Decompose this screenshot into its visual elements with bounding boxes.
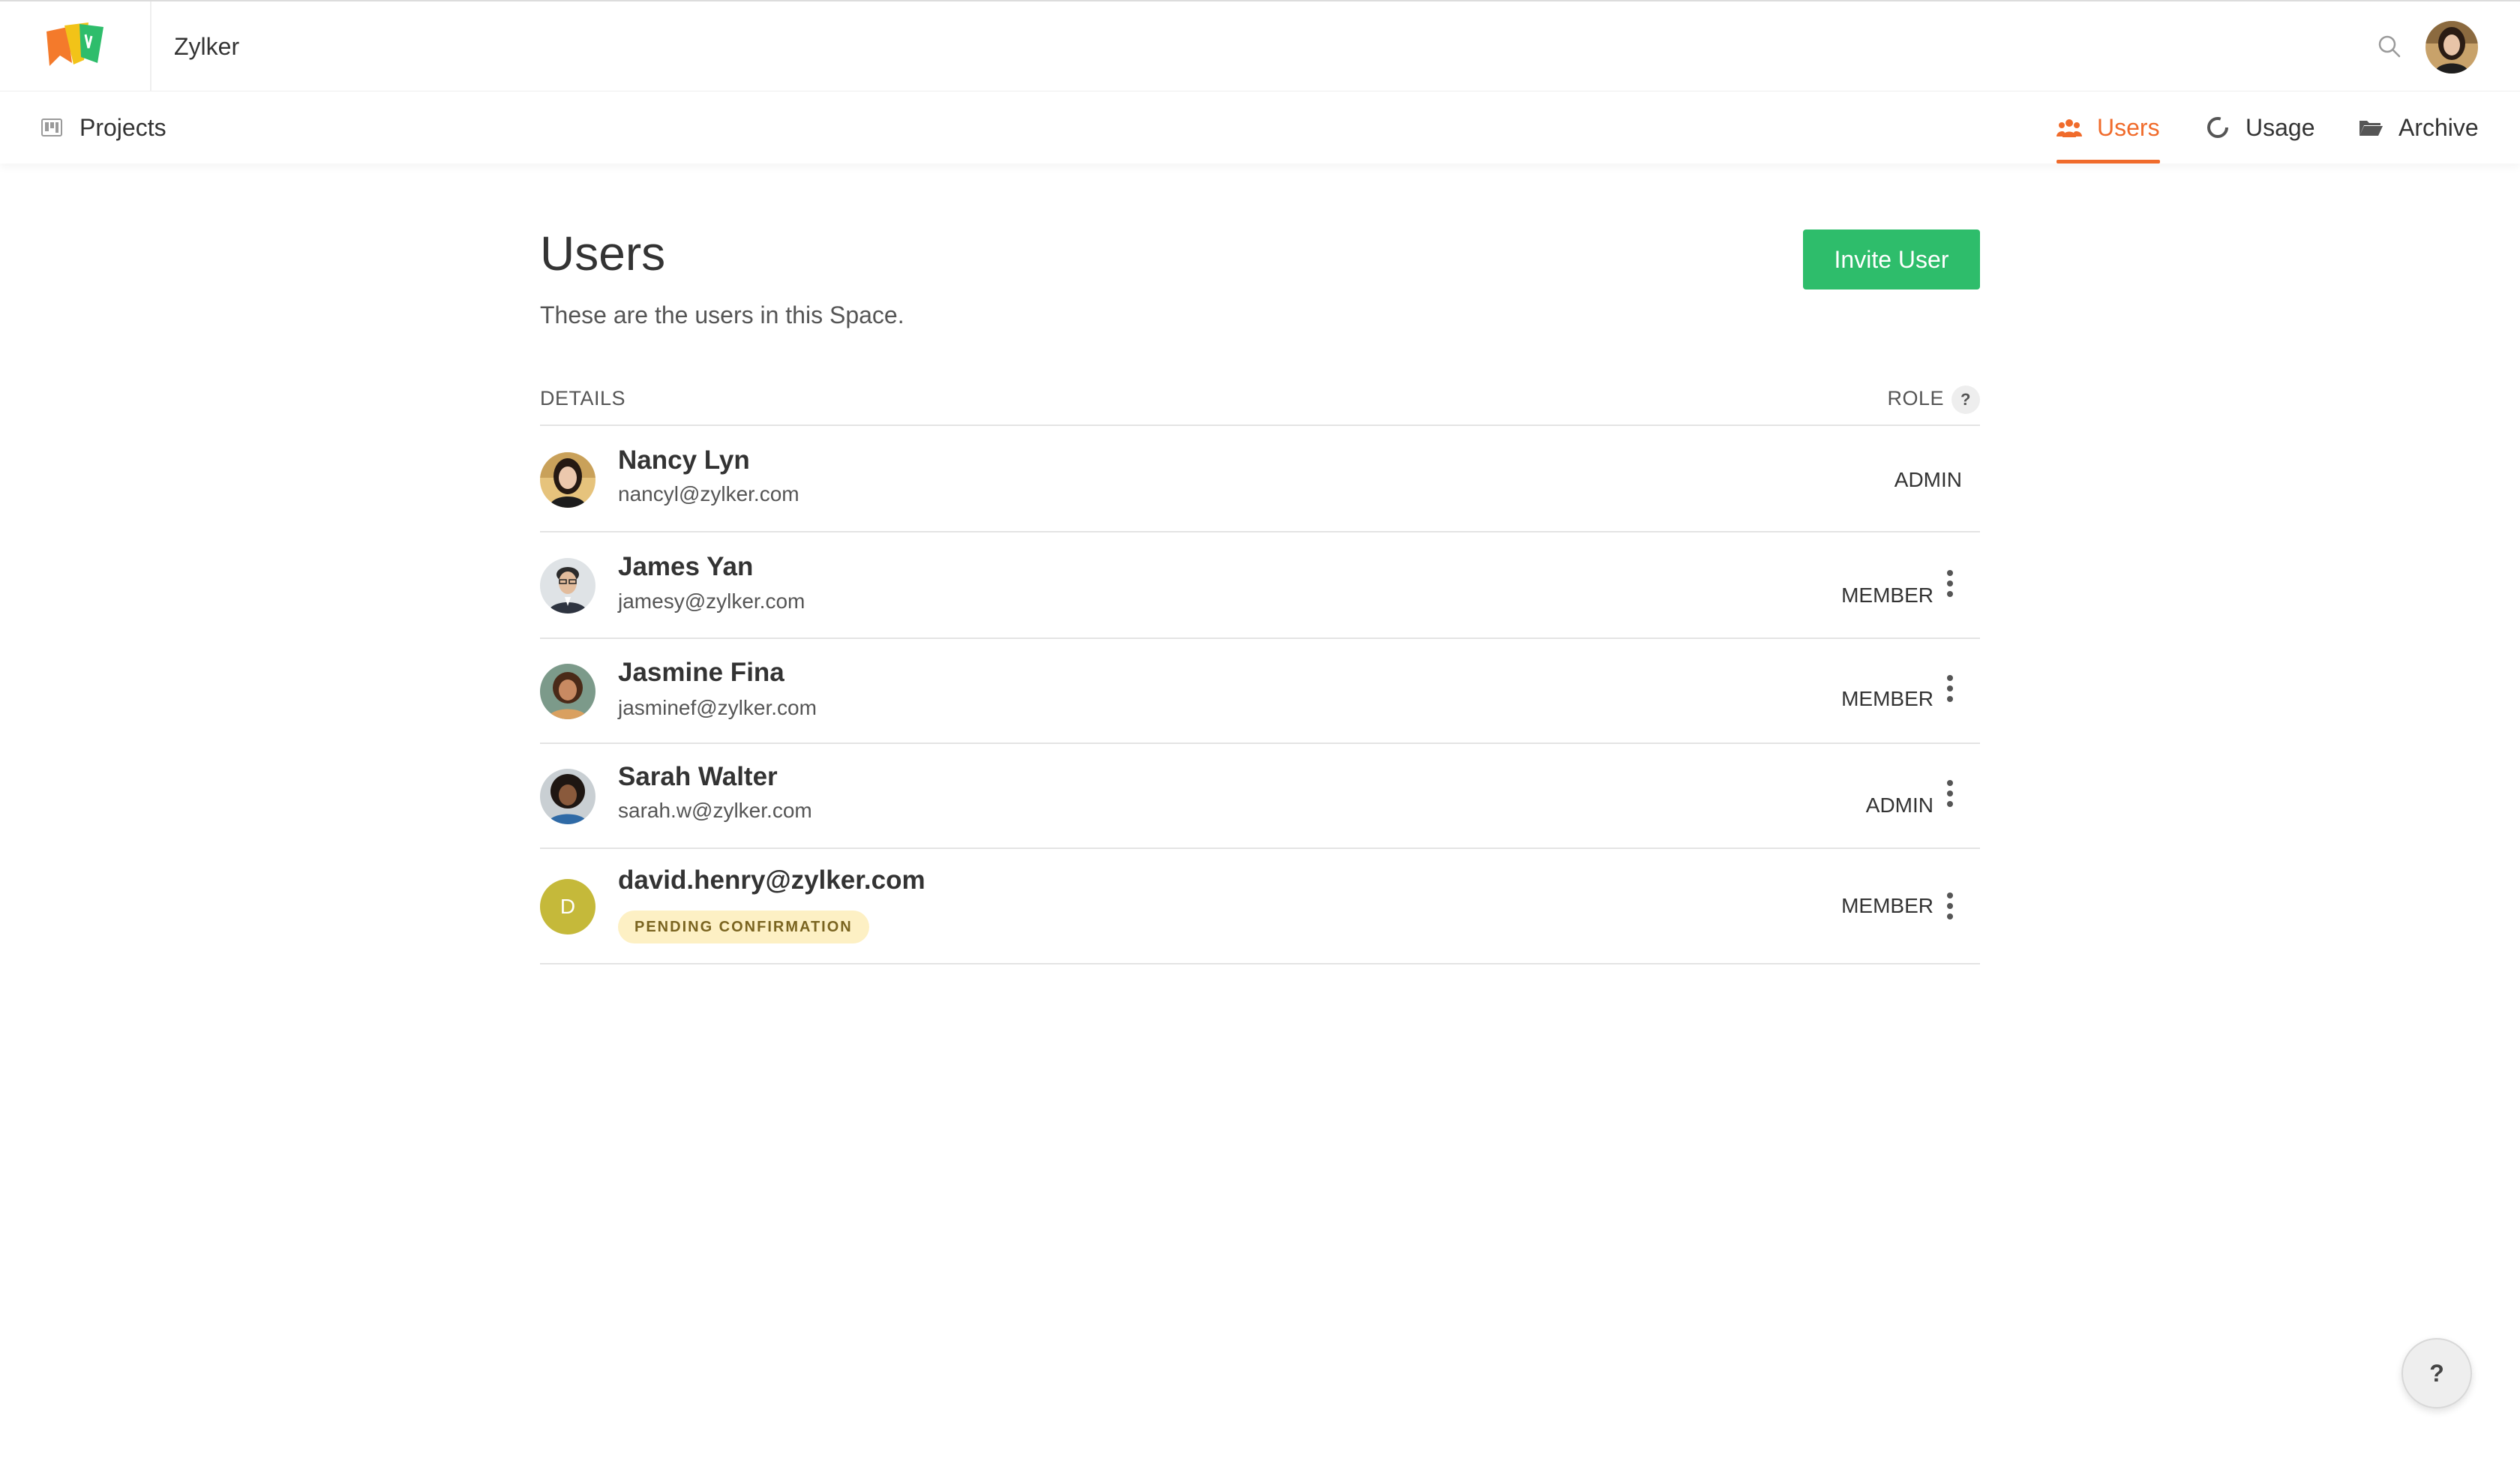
nav-projects-label: Projects [80,113,166,141]
search-icon [2378,35,2401,58]
current-user-avatar[interactable] [2426,21,2478,74]
role-help-button[interactable]: ? [1952,386,1980,414]
avatar: D [540,879,596,934]
user-row-jasmine-fina: Jasmine Fina jasminef@zylker.com MEMBER [540,639,1980,744]
user-name: Nancy Lyn [618,446,750,475]
nav-usage-label: Usage [2246,113,2315,141]
user-role: MEMBER [1841,584,1934,607]
user-email: nancyl@zylker.com [618,482,800,506]
nav-users-tab[interactable]: Users [2056,92,2160,164]
org-name[interactable]: Zylker [174,32,239,62]
user-name: Jasmine Fina [618,658,784,687]
invite-user-button[interactable]: Invite User [1803,230,1980,290]
user-actions-menu-button[interactable] [1942,777,1958,810]
page-subtitle: These are the users in this Space. [540,302,904,328]
avatar [540,769,596,824]
user-row-david-henry: D david.henry@zylker.com PENDING CONFIRM… [540,849,1980,964]
nav-projects[interactable]: Projects [39,92,166,164]
nav-usage-tab[interactable]: Usage [2205,92,2315,164]
user-email: sarah.w@zylker.com [618,799,812,822]
usage-donut-icon [2205,115,2230,140]
help-floating-button[interactable]: ? [2402,1338,2472,1408]
users-list: Nancy Lyn nancyl@zylker.com ADMIN James … [540,428,1980,964]
user-role: MEMBER [1841,687,1934,710]
details-column-header: DETAILS [540,387,626,410]
user-email: jamesy@zylker.com [618,590,806,613]
user-name: Sarah Walter [618,762,778,791]
user-role: MEMBER [1841,894,1934,917]
header-divider [150,2,152,92]
nav-users-label: Users [2097,113,2160,141]
zylker-folder-logo-icon[interactable] [42,21,106,72]
user-role: ADMIN [1865,794,1934,817]
nav-archive-label: Archive [2398,113,2479,141]
user-row-sarah-walter: Sarah Walter sarah.w@zylker.com ADMIN [540,744,1980,849]
user-name: david.henry@zylker.com [618,866,926,895]
navigation-bar: Projects Users Usage Archive [0,92,2520,164]
user-row-nancy-lyn: Nancy Lyn nancyl@zylker.com ADMIN [540,428,1980,532]
avatar [540,664,596,719]
page-title: Users [540,226,666,280]
avatar [540,452,596,508]
users-group-icon [2056,115,2082,140]
top-bar: Zylker [0,0,2520,92]
avatar [540,558,596,614]
user-actions-menu-button[interactable] [1942,672,1958,705]
pending-confirmation-badge: PENDING CONFIRMATION [618,910,869,944]
user-actions-menu-button[interactable] [1942,567,1958,600]
user-email: jasminef@zylker.com [618,696,817,719]
users-table-header: DETAILS ROLE ? [540,386,1980,426]
search-button[interactable] [2374,32,2404,62]
user-row-james-yan: James Yan jamesy@zylker.com MEMBER [540,532,1980,639]
nav-archive-tab[interactable]: Archive [2358,92,2479,164]
role-column-header: ROLE [1887,387,1944,410]
user-actions-menu-button[interactable] [1942,890,1958,922]
user-role: ADMIN [1894,468,1962,491]
archive-folder-icon [2358,115,2384,140]
projects-board-icon [39,115,64,140]
user-name: James Yan [618,552,754,581]
